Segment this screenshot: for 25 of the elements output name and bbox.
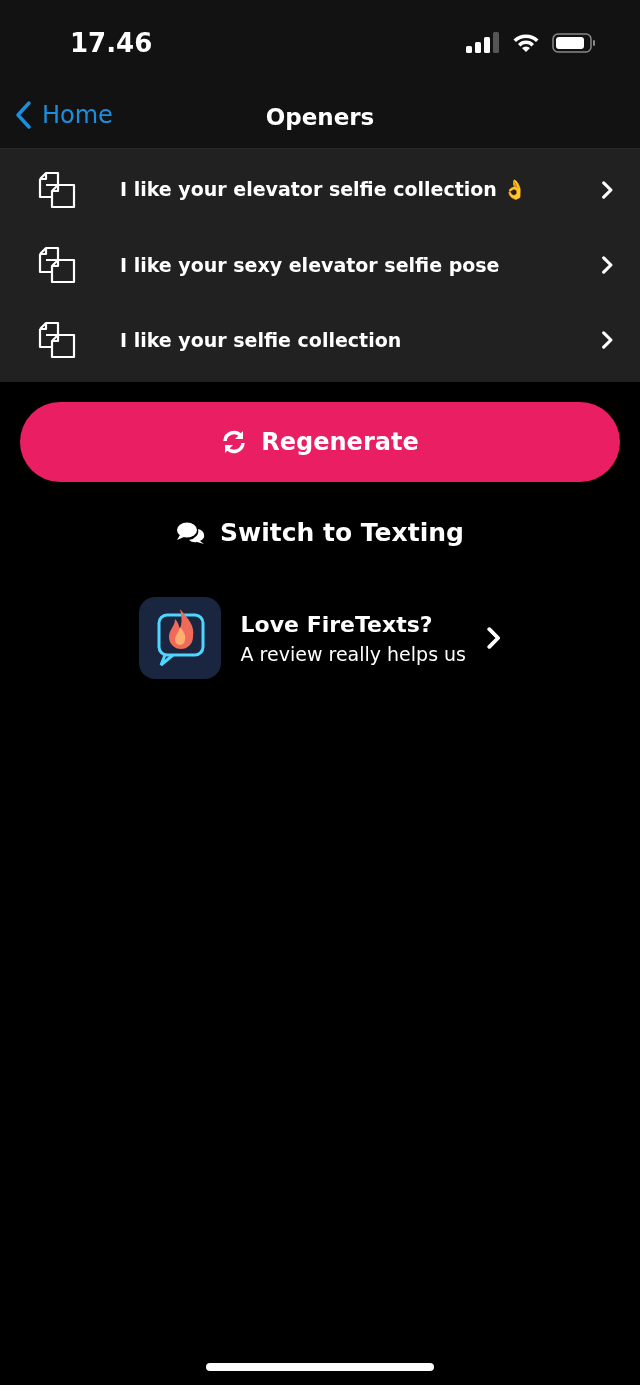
signal-icon [466,32,500,54]
back-chevron-icon [14,100,32,130]
chevron-right-icon [601,255,614,274]
copy-icon [38,320,76,359]
copy-icon [38,245,76,284]
chevron-right-icon [486,627,502,649]
back-button[interactable]: Home [14,100,113,130]
status-time: 17.46 [70,28,153,58]
regenerate-button[interactable]: Regenerate [20,402,620,482]
opener-text[interactable]: I like your selfie collection [120,328,602,351]
review-subtitle: A review really helps us [240,642,466,665]
chevron-right-icon [601,180,614,199]
copy-icon [38,170,76,209]
screen-title: Openers [265,104,375,130]
refresh-icon [221,429,248,455]
chat-bubbles-icon [176,520,207,545]
review-title: Love FireTexts? [240,611,434,637]
app-icon [138,597,221,679]
switch-to-texting-link[interactable]: Switch to Texting [176,518,464,547]
wifi-icon [512,32,540,54]
opener-text[interactable]: I like your sexy elevator selfie pose [120,253,602,276]
battery-icon [552,32,596,54]
chevron-right-icon [601,330,614,349]
opener-text[interactable]: I like your elevator selfie collection 👌 [120,178,602,201]
review-banner[interactable]: Love FireTexts? A review really helps us [138,597,502,679]
